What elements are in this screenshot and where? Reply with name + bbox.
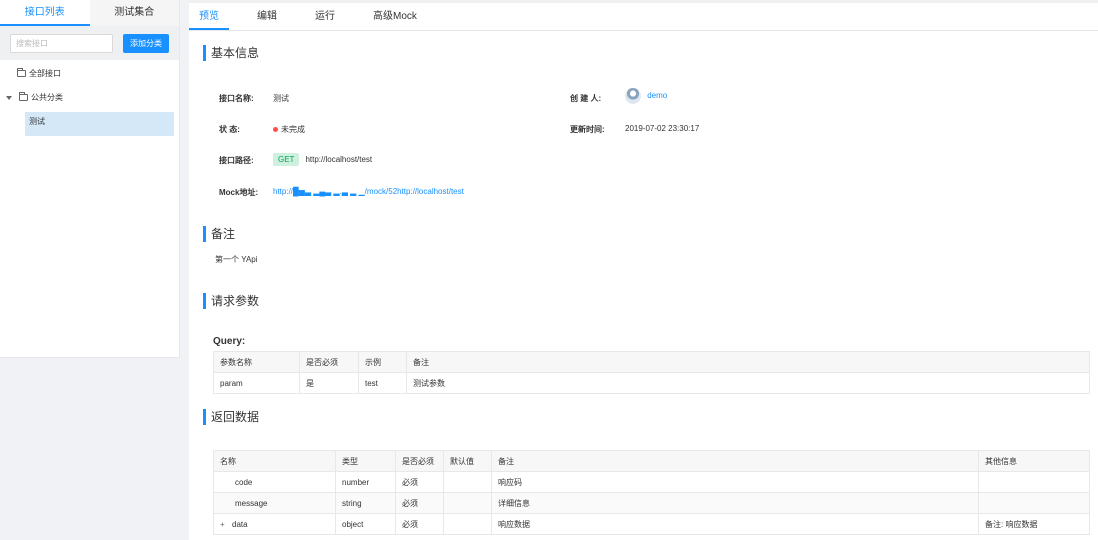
sidebar-tabs: 接口列表 测试集合 [0, 0, 179, 26]
creator-label: 创 建 人: [570, 94, 602, 103]
section-title-request: 请求参数 [203, 293, 259, 309]
tab-run[interactable]: 运行 [305, 3, 345, 30]
column-header: 备注 [491, 450, 979, 472]
caret-down-icon[interactable] [6, 95, 12, 100]
query-table: 参数名称 是否必须 示例 备注 param 是 test 测试参数 [213, 351, 1090, 394]
remark-text: 第一个 YApi [215, 255, 258, 264]
table-cell: message [213, 492, 336, 514]
table-cell: param [213, 372, 300, 394]
main-tabs: 预览 编辑 运行 高级Mock [189, 3, 1098, 31]
table-cell: 是 [299, 372, 359, 394]
table-cell [443, 513, 492, 535]
column-header: 是否必须 [299, 351, 359, 373]
folder-open-icon [19, 92, 28, 101]
tab-preview[interactable]: 预览 [189, 3, 229, 30]
table-cell [443, 471, 492, 493]
table-cell: object [335, 513, 396, 535]
status-label: 状 态: [219, 125, 240, 134]
tab-test-collection[interactable]: 测试集合 [89, 0, 179, 26]
creator[interactable]: demo [625, 88, 667, 104]
mock-label: Mock地址: [219, 188, 259, 197]
column-header: 备注 [406, 351, 1090, 373]
table-cell: 必须 [395, 492, 444, 514]
column-header: 示例 [358, 351, 407, 373]
method-badge: GET [273, 153, 300, 166]
tab-advanced-mock[interactable]: 高级Mock [363, 3, 427, 30]
tree-item-category[interactable]: 公共分类 [6, 92, 63, 103]
add-category-button[interactable]: 添加分类 [123, 33, 169, 53]
table-cell: string [335, 492, 396, 514]
table-cell: 备注: 响应数据 [978, 513, 1090, 535]
table-cell: 响应码 [491, 471, 979, 493]
search-input[interactable] [10, 33, 113, 53]
status-value: 未完成 [273, 124, 305, 135]
column-header: 其他信息 [978, 450, 1090, 472]
section-title-basic: 基本信息 [203, 45, 259, 61]
tree-item-all[interactable]: 全部接口 [17, 68, 61, 79]
path-value: GET http://localhost/test [273, 153, 372, 166]
column-header: 类型 [335, 450, 396, 472]
sidebar-search-bar: 添加分类 [0, 26, 179, 60]
column-header: 参数名称 [213, 351, 300, 373]
table-row: param 是 test 测试参数 [213, 372, 1090, 394]
tab-interface-list[interactable]: 接口列表 [0, 0, 90, 26]
table-cell: 响应数据 [491, 513, 979, 535]
query-label: Query: [213, 336, 246, 347]
table-cell: test [358, 372, 407, 394]
name-label: 接口名称: [219, 94, 254, 103]
mock-url-link[interactable]: http://█▅▃ ▂▄▃ ▂.▃ ▂ ▁/mock/52http://loc… [273, 187, 464, 196]
table-cell: 必须 [395, 513, 444, 535]
tab-edit[interactable]: 编辑 [247, 3, 287, 30]
tree-item-label: 公共分类 [31, 93, 63, 102]
table-cell: number [335, 471, 396, 493]
table-row: message string 必须 详细信息 [213, 492, 1090, 514]
expand-icon[interactable]: + [220, 520, 228, 529]
table-cell [978, 471, 1090, 493]
tree-item-selected[interactable]: 测试 [25, 112, 174, 136]
response-table: 名称 类型 是否必须 默认值 备注 其他信息 code number 必须 响应… [213, 450, 1090, 535]
tree-item-label: 全部接口 [29, 69, 61, 78]
updated-value: 2019-07-02 23:30:17 [625, 124, 700, 133]
name-value: 测试 [273, 94, 289, 103]
avatar [625, 88, 641, 104]
table-cell: code [213, 471, 336, 493]
status-dot-icon [273, 127, 278, 133]
table-cell: 必须 [395, 471, 444, 493]
section-title-response: 返回数据 [203, 409, 259, 425]
table-cell: 详细信息 [491, 492, 979, 514]
section-title-remark: 备注 [203, 226, 235, 242]
path-label: 接口路径: [219, 156, 254, 165]
folder-icon [17, 68, 26, 77]
main-panel: 预览 编辑 运行 高级Mock 基本信息 接口名称: 测试 创 建 人: dem… [189, 0, 1098, 540]
table-cell [443, 492, 492, 514]
column-header: 是否必须 [395, 450, 444, 472]
table-row: + data object 必须 响应数据 备注: 响应数据 [213, 513, 1090, 535]
table-cell [978, 492, 1090, 514]
creator-link[interactable]: demo [647, 91, 667, 100]
table-cell: 测试参数 [406, 372, 1090, 394]
updated-label: 更新时间: [570, 125, 605, 134]
column-header: 名称 [213, 450, 336, 472]
sidebar: 接口列表 测试集合 添加分类 全部接口 公共分类 测试 [0, 0, 180, 358]
column-header: 默认值 [443, 450, 492, 472]
table-row: code number 必须 响应码 [213, 471, 1090, 493]
table-cell: + data [213, 513, 336, 535]
name-field: 接口名称: [219, 93, 254, 104]
